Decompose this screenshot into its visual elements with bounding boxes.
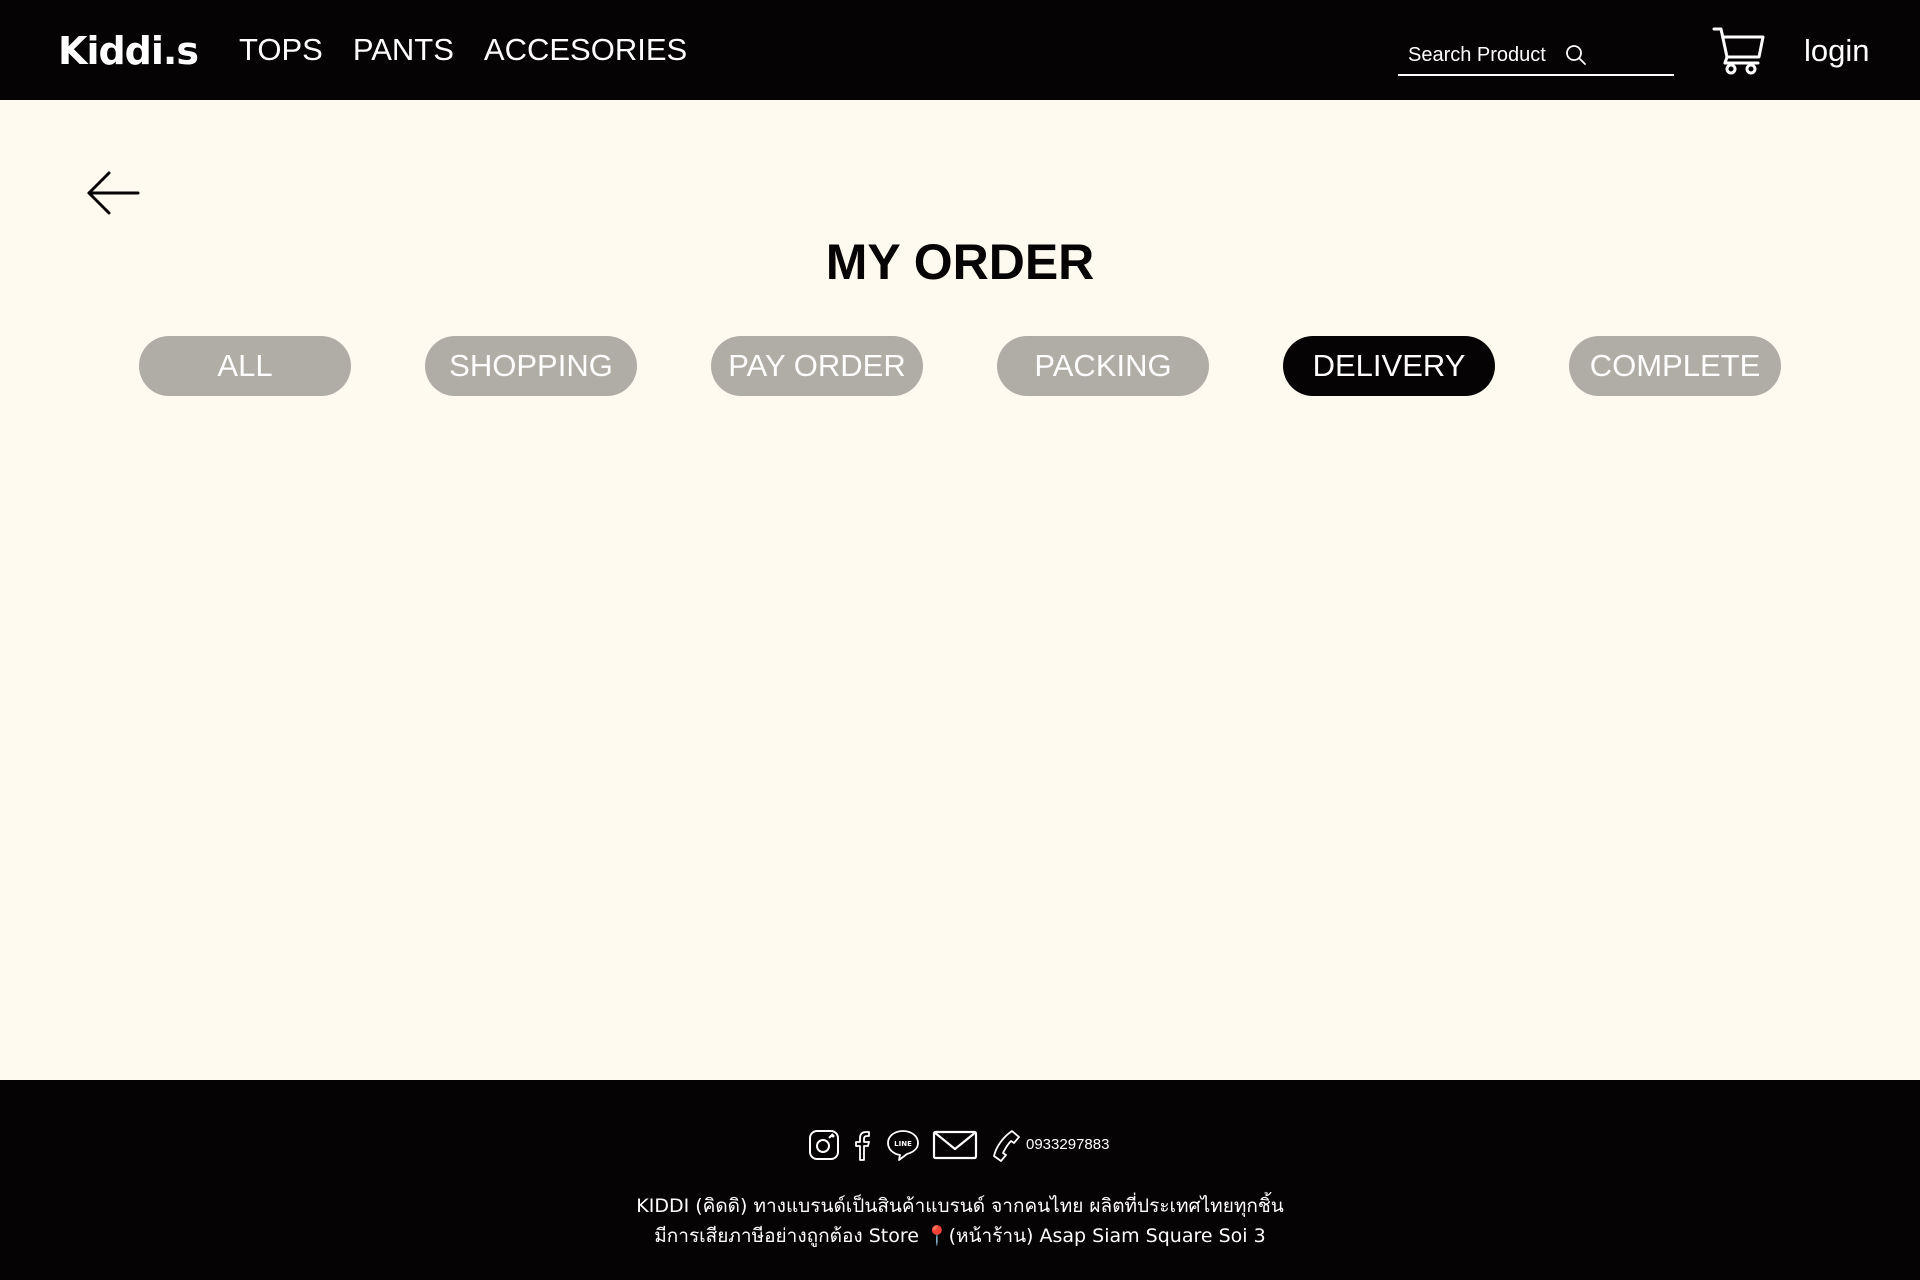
search-input[interactable] [1408,43,1558,67]
main-nav: TOPS PANTS ACCESORIES [239,30,687,70]
arrow-left-icon[interactable] [86,170,140,216]
tab-pay-order[interactable]: PAY ORDER [711,336,923,396]
contact-icons: LINE 0933297883 [808,1126,1109,1164]
cart-icon[interactable] [1712,25,1766,75]
search-icon[interactable] [1564,43,1588,67]
login-link[interactable]: login [1804,31,1870,71]
footer-store-text: มีการเสียภาษีอย่างถูกต้อง Store 📍(หน้าร้… [654,1225,1266,1247]
tab-shopping[interactable]: SHOPPING [425,336,637,396]
brand-logo[interactable]: Kiddi.s [58,26,199,76]
phone-number: 0933297883 [1026,1136,1110,1153]
tab-delivery[interactable]: DELIVERY [1283,336,1495,396]
footer-brand-text: KIDDI (คิดดิ) ทางแบรนด์เป็นสินค้าแบรนด์ … [636,1195,1284,1217]
line-icon[interactable]: LINE [886,1128,920,1162]
nav-pants-link[interactable]: PANTS [353,30,454,70]
mail-icon[interactable] [932,1129,978,1161]
nav-tops-link[interactable]: TOPS [239,30,323,70]
facebook-icon[interactable] [850,1128,876,1162]
tab-packing[interactable]: PACKING [997,336,1209,396]
site-footer: LINE 0933297883 KIDDI (คิดดิ) ทางแบรนด์เ… [0,1080,1920,1280]
line-icon-text: LINE [894,1140,912,1148]
order-status-tabs: ALL SHOPPING PAY ORDER PACKING DELIVERY … [0,336,1920,396]
instagram-icon[interactable] [808,1129,840,1161]
nav-accessories-link[interactable]: ACCESORIES [484,30,687,70]
page-title: MY ORDER [825,234,1095,290]
top-navbar: Kiddi.s TOPS PANTS ACCESORIES login [0,0,1920,100]
phone-icon[interactable] [990,1128,1022,1162]
tab-complete[interactable]: COMPLETE [1569,336,1781,396]
search-box [1398,36,1674,76]
tab-all[interactable]: ALL [139,336,351,396]
